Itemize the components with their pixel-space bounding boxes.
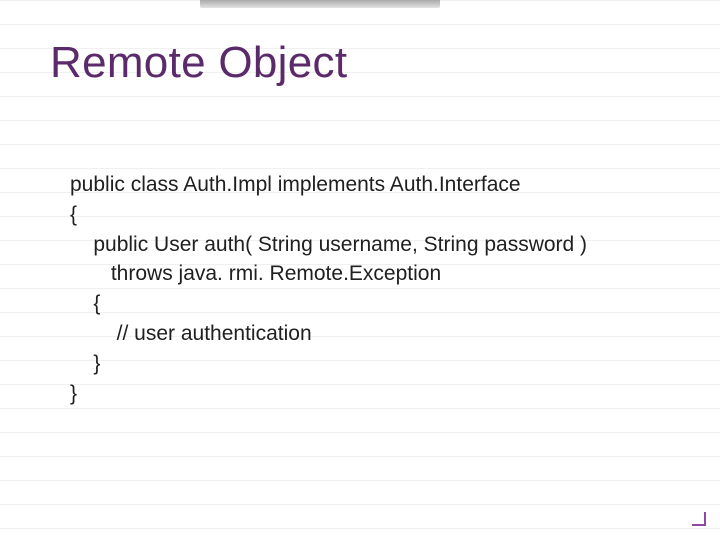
code-line: } [70, 379, 680, 409]
code-line: throws java. rmi. Remote.Exception [70, 259, 680, 289]
slide-title: Remote Object [50, 38, 347, 88]
code-line: { [70, 200, 680, 230]
corner-accent-icon [692, 512, 706, 526]
code-line: // user authentication [70, 319, 680, 349]
top-shadow-decoration [200, 0, 440, 8]
code-block: public class Auth.Impl implements Auth.I… [70, 170, 680, 409]
code-line: public User auth( String username, Strin… [70, 230, 680, 260]
slide: Remote Object public class Auth.Impl imp… [0, 0, 720, 540]
code-line: public class Auth.Impl implements Auth.I… [70, 170, 680, 200]
code-line: { [70, 289, 680, 319]
code-line: } [70, 349, 680, 379]
